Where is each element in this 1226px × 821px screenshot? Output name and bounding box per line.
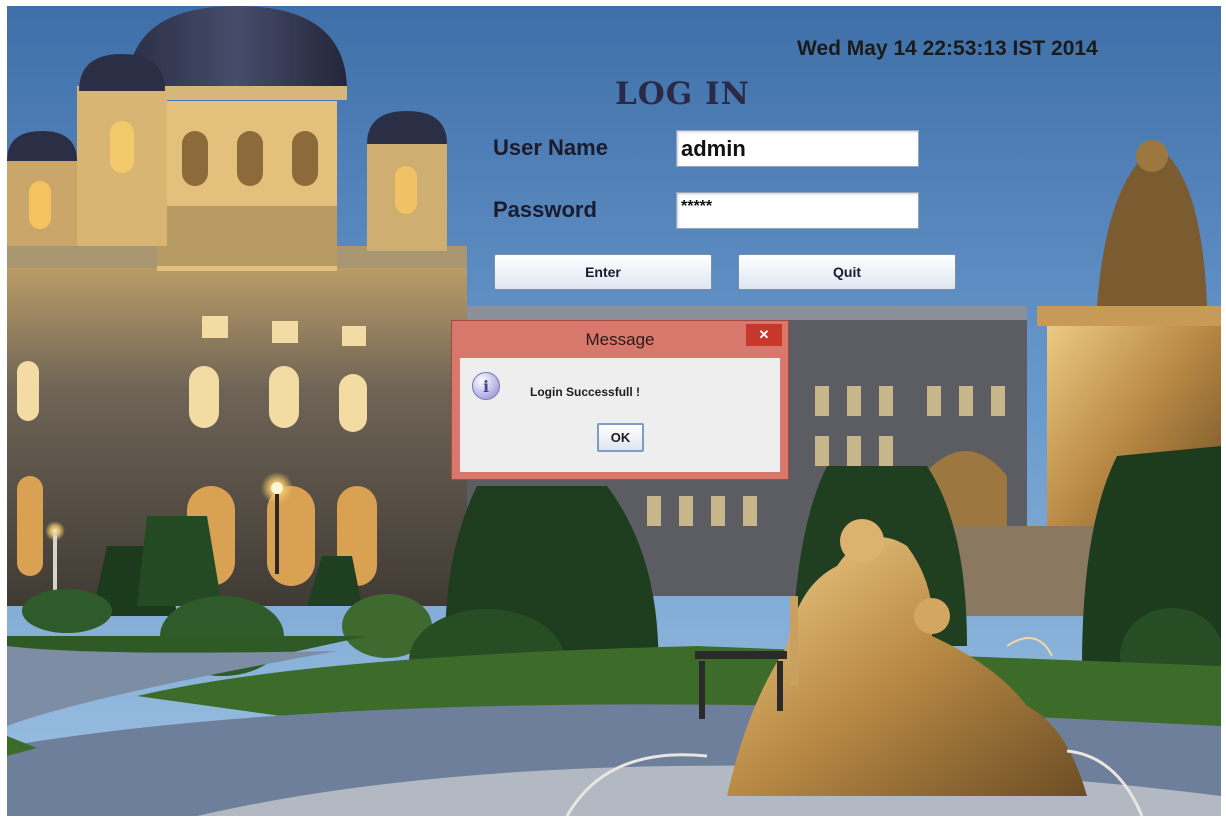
password-label: Password [493,197,597,222]
dialog-body: i Login Successfull ! OK [460,358,780,472]
password-field[interactable] [676,192,919,229]
ok-button[interactable]: OK [597,423,644,452]
username-label: User Name [493,135,608,160]
dialog-message: Login Successfull ! [530,385,641,399]
quit-button[interactable]: Quit [738,254,956,290]
info-icon: i [472,372,500,400]
message-dialog: Message ✕ i Login Successfull ! OK [451,320,789,480]
enter-button[interactable]: Enter [494,254,712,290]
username-input[interactable] [677,131,918,166]
password-input[interactable] [677,193,918,228]
dialog-title: Message [585,330,655,349]
login-window: Wed May 14 22:53:13 IST 2014 LOG IN User… [7,6,1221,816]
close-icon[interactable]: ✕ [746,324,782,346]
login-title: LOG IN [615,76,750,112]
username-field[interactable] [676,130,919,167]
datetime-label: Wed May 14 22:53:13 IST 2014 [797,37,1098,60]
